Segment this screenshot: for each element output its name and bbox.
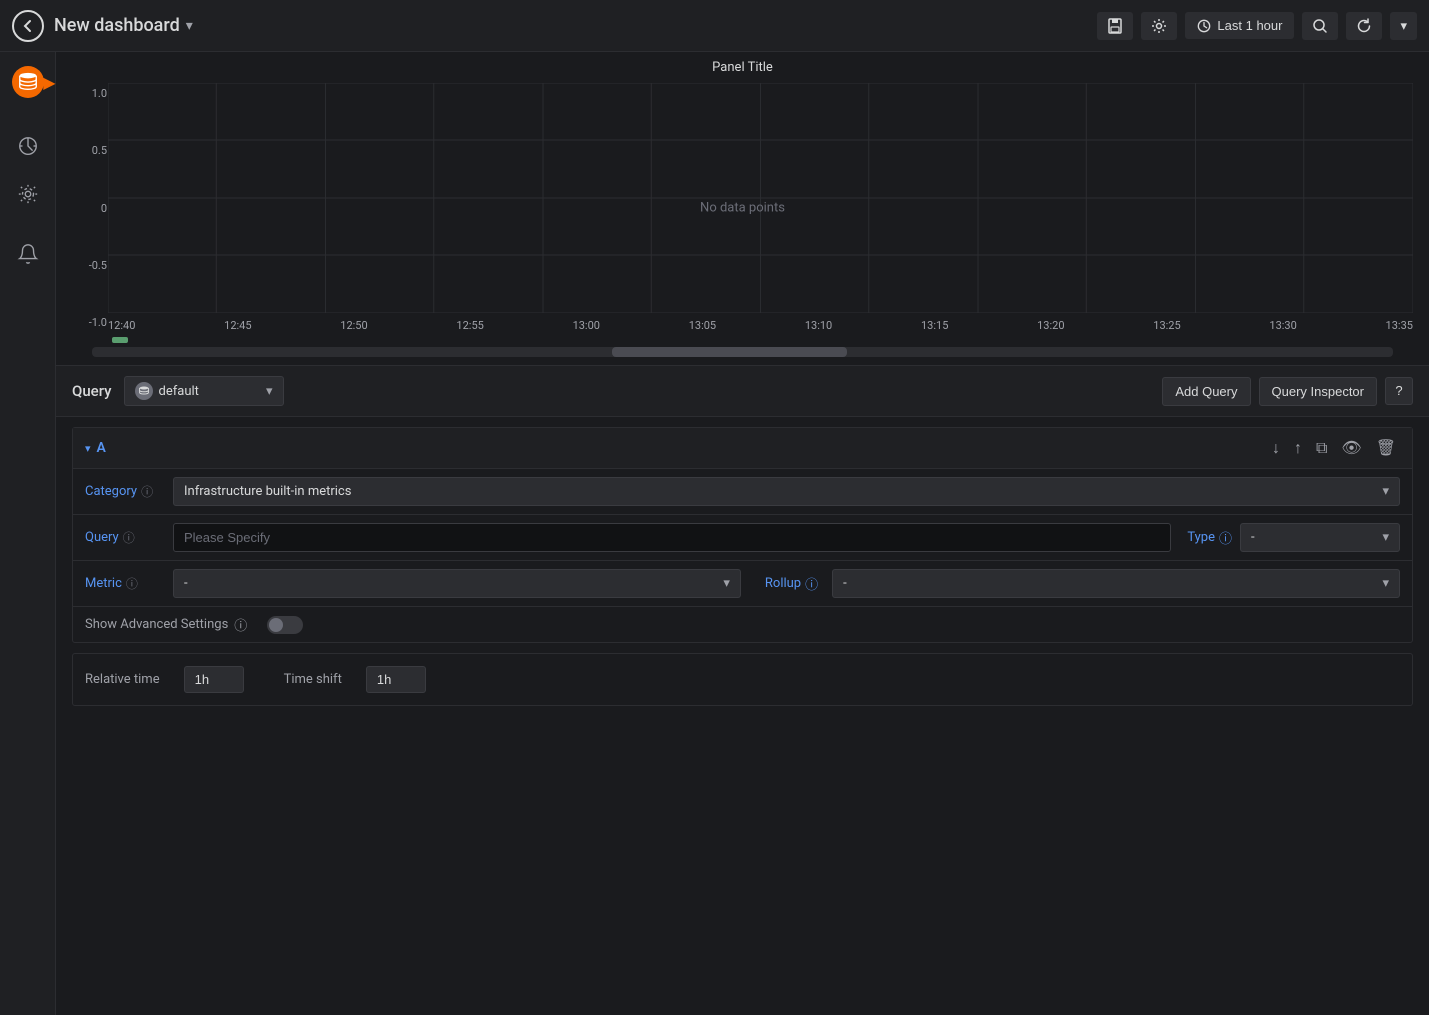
category-info-icon[interactable]: ⓘ bbox=[141, 483, 153, 500]
legend-color bbox=[112, 337, 128, 343]
metric-label: Metric ⓘ bbox=[85, 575, 165, 592]
category-label: Category ⓘ bbox=[85, 483, 165, 500]
category-dropdown-icon: ▾ bbox=[1382, 484, 1389, 499]
move-down-icon[interactable]: ↓ bbox=[1268, 436, 1284, 460]
chart-panel: Panel Title 1.0 0.5 0 -0.5 -1.0 bbox=[56, 52, 1429, 366]
rollup-dropdown-icon: ▾ bbox=[1382, 576, 1389, 591]
advanced-settings-toggle[interactable] bbox=[267, 616, 303, 634]
rollup-label: Rollup ⓘ bbox=[765, 574, 818, 593]
rollup-info-icon[interactable]: ⓘ bbox=[805, 574, 818, 593]
query-info-icon[interactable]: ⓘ bbox=[123, 529, 135, 546]
relative-time-input[interactable] bbox=[184, 666, 244, 693]
sidebar: ▶ bbox=[0, 52, 56, 1015]
search-button[interactable] bbox=[1302, 12, 1338, 40]
save-button[interactable] bbox=[1097, 12, 1133, 40]
panel-area: Panel Title 1.0 0.5 0 -0.5 -1.0 bbox=[56, 52, 1429, 1015]
datasource-name: default bbox=[159, 384, 199, 399]
bottom-options: Relative time Time shift bbox=[72, 653, 1413, 706]
y-axis-labels: 1.0 0.5 0 -0.5 -1.0 bbox=[72, 83, 107, 333]
no-data-label: No data points bbox=[700, 201, 785, 216]
query-header: Query default ▾ Add Query Query Inspecto bbox=[56, 366, 1429, 417]
collapse-icon: ▾ bbox=[85, 442, 91, 455]
query-section-a: ▾ A ↓ ↑ ⧉ 👁 🗑 Category ⓘ bbox=[72, 427, 1413, 643]
query-inspector-button[interactable]: Query Inspector bbox=[1259, 377, 1378, 406]
metric-row: Metric ⓘ - ▾ Rollup ⓘ - ▾ bbox=[73, 561, 1412, 607]
topbar: New dashboard ▾ Last 1 hour bbox=[0, 0, 1429, 52]
settings-button[interactable] bbox=[1141, 12, 1177, 40]
datasource-icon bbox=[135, 382, 153, 400]
type-info-icon[interactable]: ⓘ bbox=[1219, 528, 1232, 547]
advanced-info-icon[interactable]: ⓘ bbox=[234, 615, 247, 634]
query-row: Query ⓘ Type ⓘ - ▾ bbox=[73, 515, 1412, 561]
scrollbar-thumb[interactable] bbox=[612, 347, 846, 357]
scrollbar[interactable] bbox=[92, 347, 1393, 357]
back-button[interactable] bbox=[12, 10, 44, 42]
rollup-select[interactable]: - ▾ bbox=[832, 569, 1400, 598]
more-button[interactable]: ▾ bbox=[1390, 12, 1417, 40]
chart-container: 1.0 0.5 0 -0.5 -1.0 bbox=[72, 83, 1413, 333]
help-button[interactable]: ? bbox=[1385, 377, 1413, 405]
query-section-actions: ↓ ↑ ⧉ 👁 🗑 bbox=[1268, 436, 1400, 460]
category-select[interactable]: Infrastructure built-in metrics ▾ bbox=[173, 477, 1400, 506]
chart-svg bbox=[108, 83, 1413, 313]
time-shift-input[interactable] bbox=[366, 666, 426, 693]
query-input[interactable] bbox=[173, 523, 1171, 552]
metric-dropdown-icon: ▾ bbox=[723, 576, 730, 591]
datasource-select[interactable]: default ▾ bbox=[124, 376, 284, 406]
topbar-right: Last 1 hour ▾ bbox=[1097, 12, 1417, 40]
sidebar-item-chart[interactable] bbox=[6, 124, 50, 168]
query-field-label: Query ⓘ bbox=[85, 529, 165, 546]
query-editor: Query default ▾ Add Query Query Inspecto bbox=[56, 366, 1429, 1015]
sidebar-item-notifications[interactable] bbox=[6, 232, 50, 276]
sidebar-item-settings[interactable] bbox=[6, 172, 50, 216]
topbar-left: New dashboard ▾ bbox=[12, 10, 193, 42]
main-layout: ▶ bbox=[0, 52, 1429, 1015]
metric-info-icon[interactable]: ⓘ bbox=[126, 575, 138, 592]
hide-icon[interactable]: 👁 bbox=[1337, 436, 1365, 460]
query-id-a: A bbox=[97, 440, 106, 456]
query-actions: Add Query Query Inspector ? bbox=[1162, 377, 1413, 406]
type-label: Type ⓘ bbox=[1187, 528, 1232, 547]
advanced-settings-row: Show Advanced Settings ⓘ bbox=[73, 607, 1412, 642]
type-dropdown-icon: ▾ bbox=[1382, 530, 1389, 545]
toggle-thumb bbox=[269, 618, 283, 632]
relative-time-label: Relative time bbox=[85, 672, 160, 687]
type-group: Type ⓘ - ▾ bbox=[1187, 523, 1400, 552]
move-up-icon[interactable]: ↑ bbox=[1290, 436, 1306, 460]
title-dropdown-icon[interactable]: ▾ bbox=[186, 18, 193, 34]
sidebar-item-datasource[interactable]: ▶ bbox=[6, 60, 50, 104]
category-row: Category ⓘ Infrastructure built-in metri… bbox=[73, 469, 1412, 515]
query-label: Query bbox=[72, 382, 112, 400]
duplicate-icon[interactable]: ⧉ bbox=[1312, 436, 1331, 460]
time-range-button[interactable]: Last 1 hour bbox=[1185, 12, 1294, 39]
dashboard-title: New dashboard ▾ bbox=[54, 15, 193, 36]
advanced-settings-label: Show Advanced Settings bbox=[85, 617, 228, 632]
query-section-header-a[interactable]: ▾ A ↓ ↑ ⧉ 👁 🗑 bbox=[73, 428, 1412, 469]
time-shift-label: Time shift bbox=[284, 672, 342, 687]
datasource-dropdown-icon: ▾ bbox=[266, 384, 273, 399]
add-query-button[interactable]: Add Query bbox=[1162, 377, 1250, 406]
metric-select[interactable]: - ▾ bbox=[173, 569, 741, 598]
refresh-button[interactable] bbox=[1346, 12, 1382, 40]
panel-title: Panel Title bbox=[72, 60, 1413, 75]
delete-icon[interactable]: 🗑 bbox=[1372, 436, 1400, 460]
type-select[interactable]: - ▾ bbox=[1240, 523, 1400, 552]
